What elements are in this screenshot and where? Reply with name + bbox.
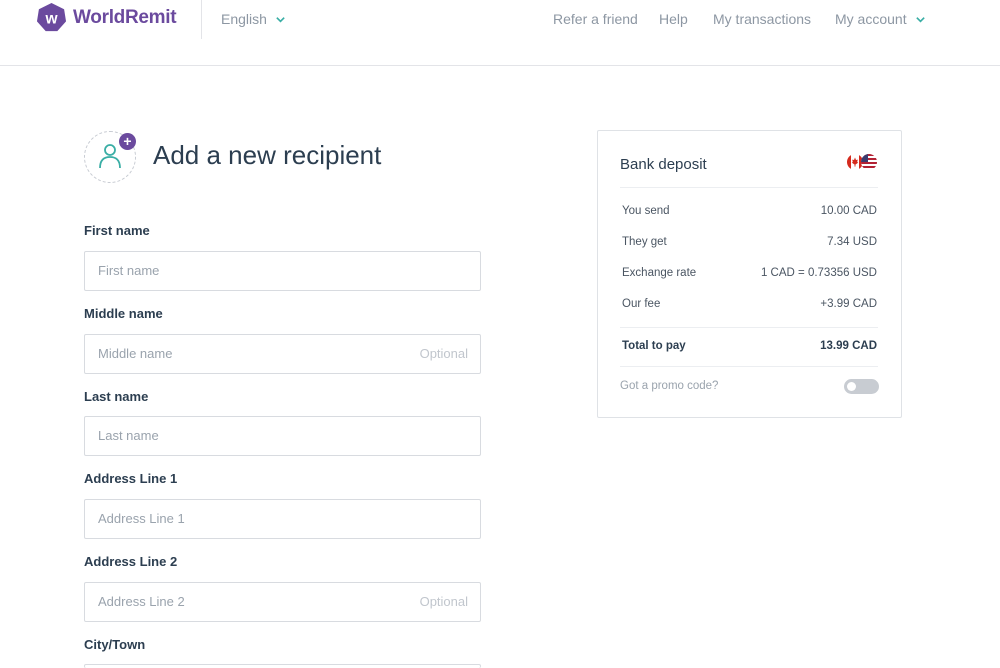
language-selector[interactable]: English — [221, 11, 286, 27]
usa-flag-icon — [861, 154, 877, 170]
middle-name-input[interactable] — [85, 335, 398, 371]
header-divider — [201, 0, 202, 39]
brand-name: WorldRemit — [73, 6, 177, 28]
currency-flags — [847, 154, 879, 170]
first-name-label: First name — [84, 223, 150, 238]
exchange-rate-label: Exchange rate — [622, 267, 697, 279]
worldremit-logo[interactable]: w WorldRemit — [36, 2, 177, 33]
promo-code-label[interactable]: Got a promo code? — [620, 380, 718, 392]
logo-mark-icon: w — [36, 2, 67, 32]
last-name-field[interactable] — [84, 416, 481, 456]
our-fee-label: Our fee — [622, 298, 661, 310]
toggle-knob — [847, 382, 856, 391]
chevron-down-icon — [915, 16, 925, 23]
city-town-field[interactable] — [84, 664, 481, 668]
they-get-value: 7.34 USD — [827, 236, 877, 248]
card-divider — [620, 327, 878, 328]
total-to-pay-value: 13.99 CAD — [820, 340, 877, 352]
transfer-summary-card: Bank deposit You send 10.00 CAD They get… — [597, 130, 902, 418]
nav-my-account[interactable]: My account — [835, 11, 926, 27]
language-label: English — [221, 11, 267, 27]
person-icon — [99, 144, 121, 169]
nav-my-account-label: My account — [835, 11, 907, 27]
add-plus-icon: + — [119, 133, 136, 150]
address-line-2-input[interactable] — [85, 583, 398, 619]
nav-help[interactable]: Help — [659, 11, 688, 27]
exchange-rate-value: 1 CAD = 0.73356 USD — [760, 267, 877, 279]
card-divider — [620, 366, 878, 367]
recipient-avatar: + — [84, 131, 136, 183]
address-line-2-label: Address Line 2 — [84, 554, 178, 569]
they-get-label: They get — [622, 236, 667, 248]
city-town-label: City/Town — [84, 637, 146, 652]
middle-name-label: Middle name — [84, 306, 163, 321]
total-to-pay-label: Total to pay — [622, 340, 686, 352]
first-name-field[interactable] — [84, 251, 481, 291]
delivery-method-title: Bank deposit — [620, 156, 707, 173]
last-name-label: Last name — [84, 389, 149, 404]
address-line-1-input[interactable] — [85, 500, 398, 536]
promo-code-toggle[interactable] — [844, 379, 879, 394]
first-name-input[interactable] — [85, 252, 398, 288]
optional-hint: Optional — [419, 346, 468, 361]
nav-my-transactions[interactable]: My transactions — [713, 11, 811, 27]
logo-letter: w — [44, 10, 58, 27]
address-line-2-field[interactable]: Optional — [84, 582, 481, 622]
you-send-value: 10.00 CAD — [820, 205, 877, 217]
chevron-down-icon — [276, 16, 285, 23]
middle-name-field[interactable]: Optional — [84, 334, 481, 374]
address-line-1-label: Address Line 1 — [84, 471, 178, 486]
our-fee-value: +3.99 CAD — [820, 298, 877, 310]
you-send-label: You send — [622, 205, 670, 217]
last-name-input[interactable] — [85, 417, 398, 453]
card-divider — [620, 187, 878, 188]
address-line-1-field[interactable] — [84, 499, 481, 539]
nav-refer-a-friend[interactable]: Refer a friend — [553, 11, 638, 27]
top-navigation-bar: w WorldRemit English Refer a friend Help… — [0, 0, 1000, 66]
page-title: Add a new recipient — [153, 140, 382, 170]
optional-hint: Optional — [419, 594, 468, 609]
